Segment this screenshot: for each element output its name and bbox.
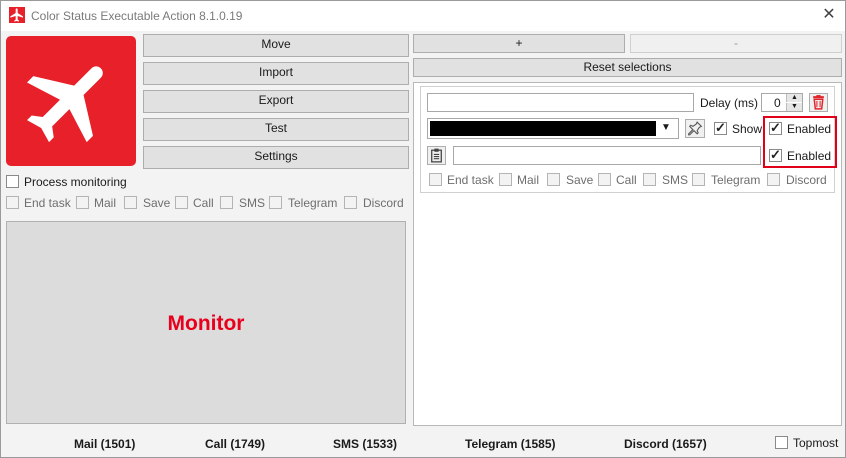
clipboard-icon[interactable] bbox=[427, 146, 446, 165]
left-sms-checkbox[interactable] bbox=[220, 196, 233, 209]
action-path-input[interactable] bbox=[453, 146, 761, 165]
enabled-checkbox-1[interactable] bbox=[769, 120, 782, 136]
action-mail-label: Mail bbox=[517, 173, 540, 187]
action-sms-checkbox[interactable] bbox=[643, 173, 656, 186]
color-select[interactable]: ▼ bbox=[427, 118, 679, 139]
action-sms-label: SMS bbox=[662, 173, 689, 187]
window-title: Color Status Executable Action 8.1.0.19 bbox=[31, 9, 243, 23]
left-save-checkbox[interactable] bbox=[124, 196, 137, 209]
topmost-label: Topmost bbox=[793, 436, 839, 450]
show-label: Show bbox=[732, 122, 763, 136]
enabled-label-2: Enabled bbox=[787, 149, 832, 163]
close-button[interactable]: ✕ bbox=[818, 5, 840, 25]
left-telegram-checkbox[interactable] bbox=[269, 196, 282, 209]
topmost-checkbox[interactable] bbox=[775, 436, 788, 449]
action-telegram-label: Telegram bbox=[711, 173, 761, 187]
delay-down-arrow-icon[interactable]: ▼ bbox=[786, 103, 802, 111]
left-call-checkbox[interactable] bbox=[175, 196, 188, 209]
delay-up-arrow-icon[interactable]: ▲ bbox=[786, 94, 802, 102]
mail-count: Mail (1501) bbox=[74, 437, 136, 451]
delete-trash-icon[interactable] bbox=[809, 93, 828, 112]
left-call-label: Call bbox=[193, 196, 214, 210]
action-call-label: Call bbox=[616, 173, 637, 187]
left-save-label: Save bbox=[143, 196, 171, 210]
left-mail-checkbox[interactable] bbox=[76, 196, 89, 209]
remove-button[interactable]: - bbox=[630, 34, 842, 53]
left-discord-checkbox[interactable] bbox=[344, 196, 357, 209]
action-telegram-checkbox[interactable] bbox=[692, 173, 705, 186]
monitor-label: Monitor bbox=[167, 312, 245, 335]
chevron-down-icon: ▼ bbox=[661, 122, 671, 133]
delay-value: 0 bbox=[774, 96, 781, 110]
left-end-task-label: End task bbox=[24, 196, 71, 210]
enabled-checkbox-2[interactable] bbox=[769, 147, 782, 163]
telegram-count: Telegram (1585) bbox=[465, 437, 556, 451]
action-call-checkbox[interactable] bbox=[598, 173, 611, 186]
export-button[interactable]: Export bbox=[143, 90, 409, 113]
discord-count: Discord (1657) bbox=[624, 437, 707, 451]
action-discord-checkbox[interactable] bbox=[767, 173, 780, 186]
delay-input[interactable]: 0 ▲ ▼ bbox=[761, 93, 803, 112]
delay-label: Delay (ms) bbox=[700, 96, 759, 110]
logo-airplane-icon bbox=[6, 36, 136, 166]
add-button[interactable]: + bbox=[413, 34, 625, 53]
show-checkbox[interactable] bbox=[714, 120, 727, 136]
action-discord-label: Discord bbox=[786, 173, 827, 187]
action-mail-checkbox[interactable] bbox=[499, 173, 512, 186]
sms-count: SMS (1533) bbox=[333, 437, 398, 451]
app-airplane-icon bbox=[9, 7, 25, 23]
import-button[interactable]: Import bbox=[143, 62, 409, 85]
action-end-task-label: End task bbox=[447, 173, 494, 187]
enabled-label-1: Enabled bbox=[787, 122, 832, 136]
process-monitoring-label: Process monitoring bbox=[24, 175, 127, 189]
settings-button[interactable]: Settings bbox=[143, 146, 409, 169]
pin-icon[interactable] bbox=[685, 119, 705, 138]
reset-selections-button[interactable]: Reset selections bbox=[413, 58, 842, 77]
action-name-input[interactable] bbox=[427, 93, 694, 112]
left-mail-label: Mail bbox=[94, 196, 117, 210]
color-swatch bbox=[430, 121, 656, 136]
call-count: Call (1749) bbox=[205, 437, 266, 451]
left-telegram-label: Telegram bbox=[288, 196, 338, 210]
action-save-checkbox[interactable] bbox=[547, 173, 560, 186]
left-sms-label: SMS bbox=[239, 196, 266, 210]
action-save-label: Save bbox=[566, 173, 594, 187]
action-end-task-checkbox[interactable] bbox=[429, 173, 442, 186]
monitor-panel[interactable]: Monitor bbox=[6, 221, 406, 424]
process-monitoring-checkbox[interactable] bbox=[6, 175, 19, 188]
left-discord-label: Discord bbox=[363, 196, 404, 210]
move-button[interactable]: Move bbox=[143, 34, 409, 57]
left-end-task-checkbox[interactable] bbox=[6, 196, 19, 209]
test-button[interactable]: Test bbox=[143, 118, 409, 141]
